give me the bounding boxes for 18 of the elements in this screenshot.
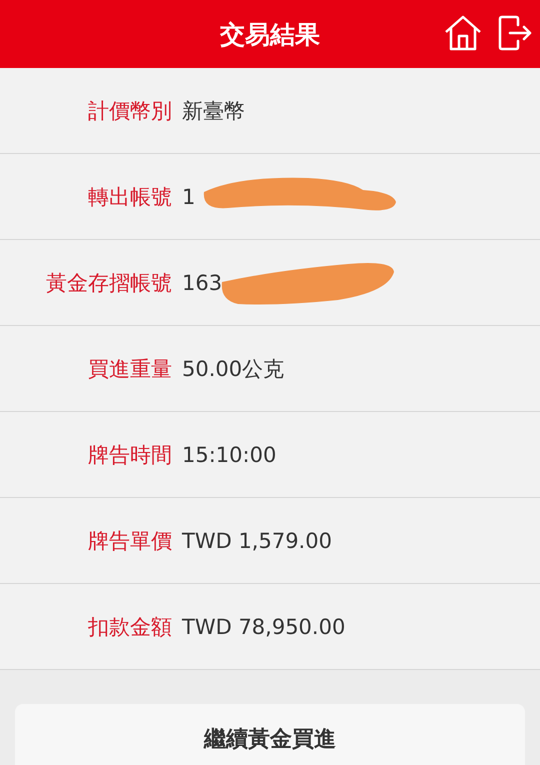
field-label: 牌告單價 xyxy=(87,528,172,554)
field-value: TWD 1,579.00 xyxy=(182,528,332,552)
field-value: 15:10:00 xyxy=(182,442,276,466)
field-value: 50.00公克 xyxy=(182,356,284,382)
field-label: 扣款金額 xyxy=(87,614,172,640)
field-label: 牌告時間 xyxy=(87,442,172,468)
field-label: 轉出帳號 xyxy=(87,184,172,210)
field-value: 163 xyxy=(182,270,222,294)
field-value: 新臺幣 xyxy=(182,98,245,124)
field-label: 計價幣別 xyxy=(87,98,172,124)
page-title: 交易結果 xyxy=(220,18,320,50)
home-icon[interactable] xyxy=(444,14,482,52)
logout-icon[interactable] xyxy=(498,15,532,51)
continue-buy-button[interactable]: 繼續黃金買進 xyxy=(15,704,525,765)
field-label: 黃金存摺帳號 xyxy=(45,270,172,296)
field-label: 買進重量 xyxy=(87,356,172,382)
field-value: 1 xyxy=(182,184,196,208)
field-value: TWD 78,950.00 xyxy=(182,614,346,638)
